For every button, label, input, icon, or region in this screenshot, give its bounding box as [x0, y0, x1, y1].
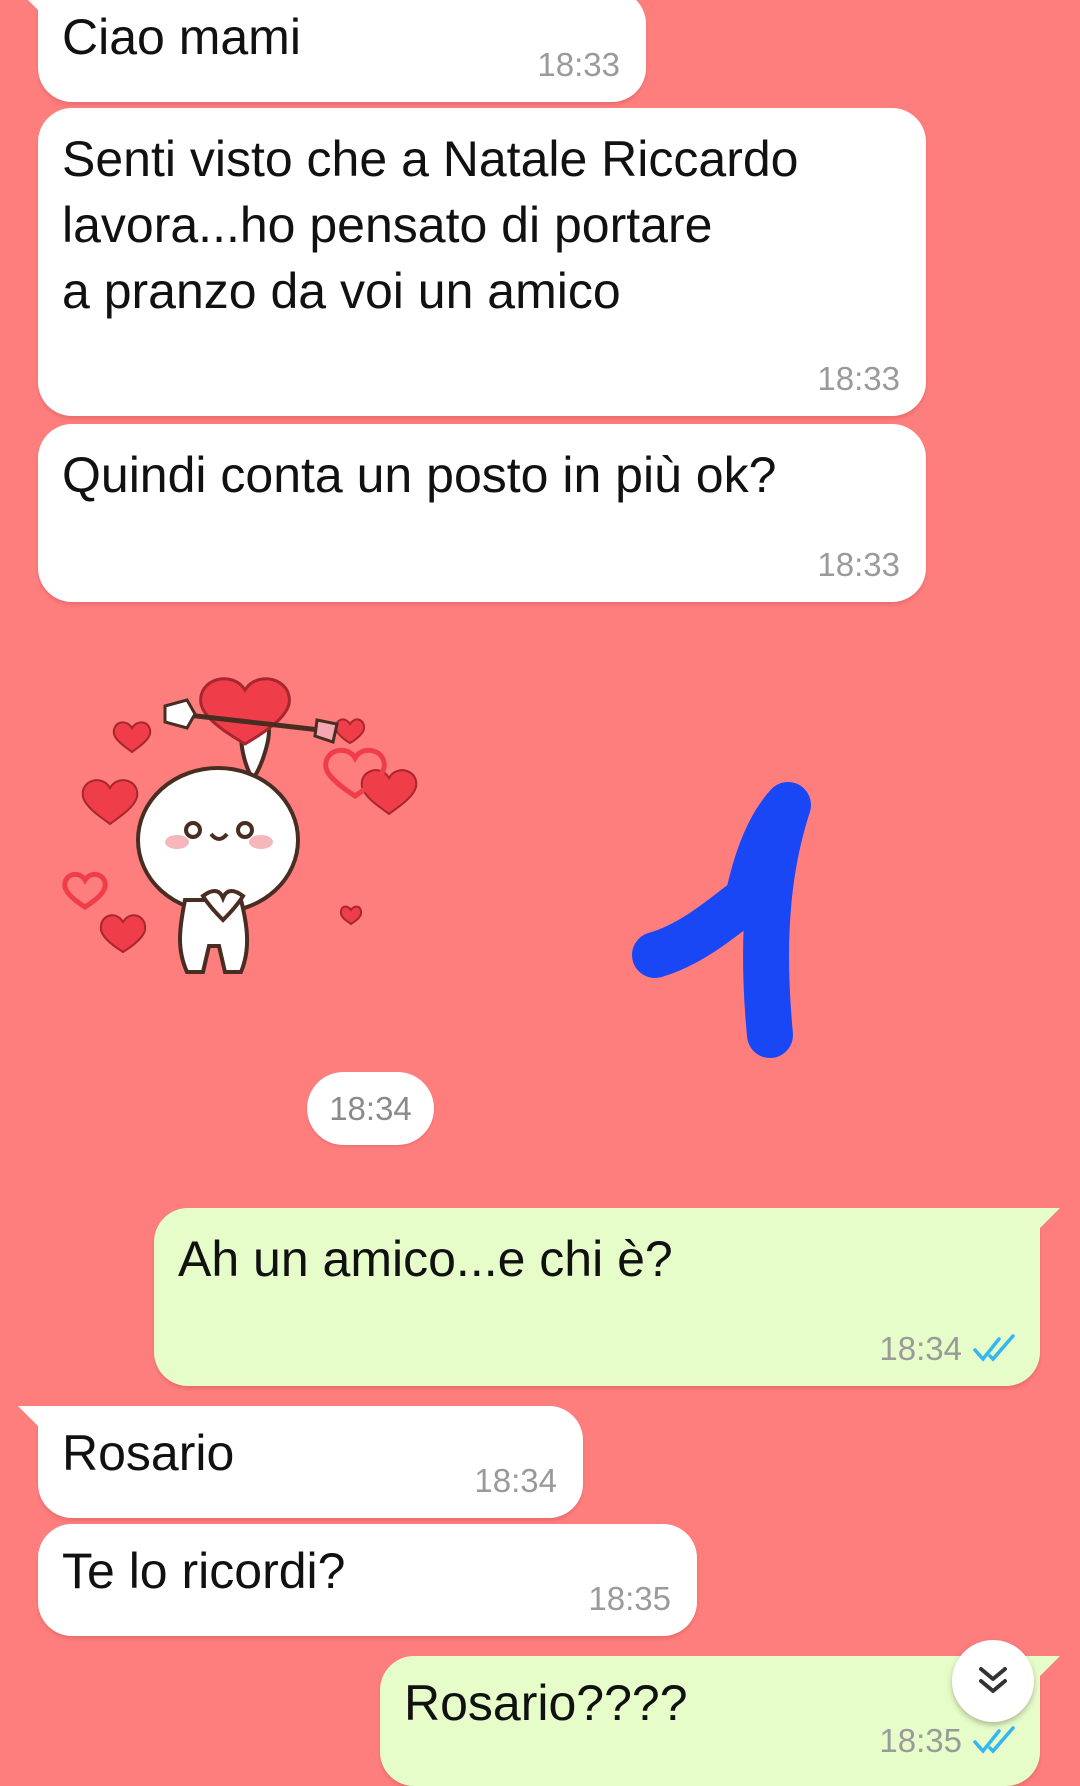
double-check-icon [973, 1726, 1015, 1754]
message-bubble-incoming[interactable]: Rosario 18:34 [18, 1406, 583, 1518]
message-bubble-incoming[interactable]: Te lo ricordi? 18:35 [38, 1524, 697, 1636]
sticker-time: 18:34 [307, 1072, 434, 1145]
message-time: 18:35 [879, 1722, 962, 1759]
message-time: 18:34 [474, 1462, 557, 1499]
message-bubble-outgoing[interactable]: Ah un amico...e chi è? 18:34 [154, 1208, 1060, 1386]
message-text: Rosario???? [404, 1675, 688, 1731]
message-text: Ciao mami [62, 9, 301, 65]
message-time: 18:34 [879, 1330, 962, 1367]
double-chevron-down-icon [979, 1667, 1007, 1693]
message-text: Te lo ricordi? [62, 1543, 346, 1599]
message-text: Rosario [62, 1425, 235, 1481]
bunny-heart-sticker[interactable] [55, 670, 425, 1010]
drawn-number-one [632, 782, 811, 1058]
message-text: Quindi conta un posto in più ok? [62, 447, 777, 503]
message-text: Ah un amico...e chi è? [178, 1231, 673, 1287]
message-time: 18:33 [817, 360, 900, 397]
message-time: 18:35 [588, 1580, 671, 1617]
message-bubble-incoming[interactable]: Ciao mami 18:33 [18, 0, 646, 102]
double-check-icon [973, 1334, 1015, 1362]
message-time: 18:33 [817, 546, 900, 583]
message-time: 18:33 [537, 46, 620, 83]
scroll-to-bottom-button[interactable] [952, 1640, 1034, 1722]
bunny-sticker-icon [62, 677, 418, 974]
message-text: Senti visto che a Natale Riccardo lavora… [62, 131, 799, 319]
message-bubble-outgoing[interactable]: Rosario???? 18:35 [380, 1656, 1060, 1786]
message-bubble-incoming[interactable]: Senti visto che a Natale Riccardo lavora… [38, 108, 926, 416]
message-bubble-incoming[interactable]: Quindi conta un posto in più ok? 18:33 [38, 424, 926, 602]
